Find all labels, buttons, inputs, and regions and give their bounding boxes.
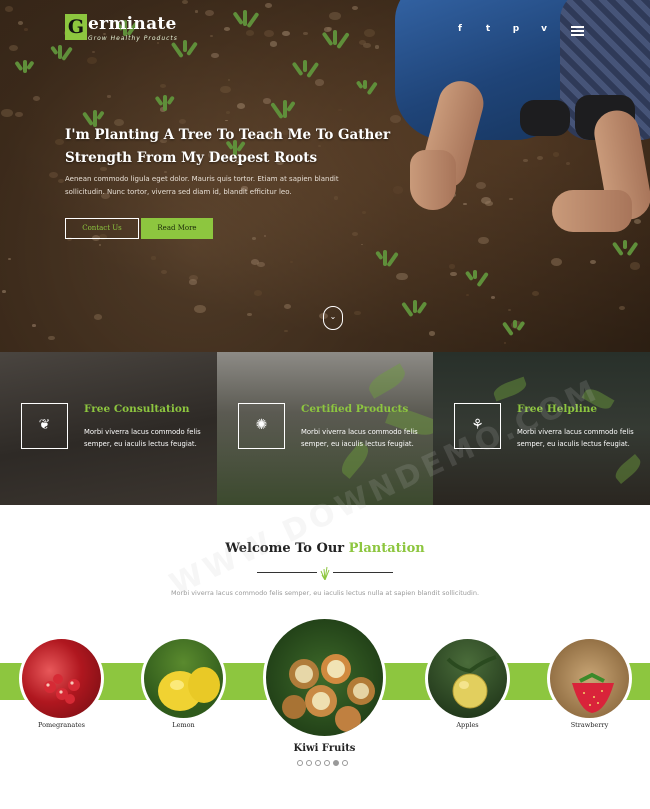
hero-title-line-1: I'm Planting A Tree To Teach Me To Gathe…: [65, 127, 391, 143]
feature-title: Certified Products: [301, 403, 409, 415]
read-more-button[interactable]: Read More: [141, 218, 213, 239]
logo-initial: G: [65, 14, 87, 40]
fruit-label: Lemon: [172, 721, 195, 729]
carousel-dot[interactable]: [297, 760, 303, 766]
fruit-image-kiwi-fruits[interactable]: [263, 616, 386, 739]
welcome-title-accent: Plantation: [348, 541, 425, 556]
welcome-title-prefix: Welcome To Our: [225, 541, 349, 556]
logo-name: erminate: [88, 14, 177, 34]
feature-free-helpline: ⚘ Free Helpline Morbi viverra lacus comm…: [433, 352, 650, 505]
feature-text: Morbi viverra lacus commodo felis semper…: [301, 428, 418, 448]
badge-icon: ✺: [238, 403, 285, 449]
features-strip: ❦ Free Consultation Morbi viverra lacus …: [0, 352, 650, 505]
sprout-icon: ⚘: [454, 403, 501, 449]
feature-text: Morbi viverra lacus commodo felis semper…: [517, 428, 634, 448]
carousel-dot[interactable]: [342, 760, 348, 766]
carousel-dot[interactable]: [315, 760, 321, 766]
fruit-label: Kiwi Fruits: [293, 743, 356, 754]
fruit-label: Apples: [456, 721, 479, 729]
scroll-down-icon[interactable]: ⌄: [323, 306, 343, 330]
fruit-image-pomegranates[interactable]: [19, 636, 104, 721]
feature-title: Free Helpline: [517, 403, 598, 415]
feature-text: Morbi viverra lacus commodo felis semper…: [84, 428, 201, 448]
title-divider: [257, 566, 393, 580]
fruit-label: Pomegranates: [37, 721, 86, 729]
farmer-boot: [520, 100, 570, 136]
feature-certified-products: ✺ Certified Products Morbi viverra lacus…: [217, 352, 433, 505]
pinterest-icon[interactable]: p: [502, 24, 530, 34]
vimeo-icon[interactable]: v: [530, 24, 558, 34]
farmer-hand-right: [552, 190, 632, 232]
feature-free-consultation: ❦ Free Consultation Morbi viverra lacus …: [0, 352, 217, 505]
hero-section: G erminate Grow Healthy Products f t p v…: [0, 0, 650, 352]
welcome-subtitle: Morbi viverra lacus commodo felis semper…: [170, 589, 480, 597]
carousel-dot[interactable]: [333, 760, 339, 766]
hero-description: Aenean commodo ligula eget dolor. Mauris…: [65, 175, 339, 196]
hero-title: I'm Planting A Tree To Teach Me To Gathe…: [65, 124, 425, 170]
feature-title: Free Consultation: [84, 403, 190, 415]
welcome-title: Welcome To Our Plantation: [0, 541, 650, 556]
plant-icon: ❦: [21, 403, 68, 449]
facebook-icon[interactable]: f: [446, 24, 474, 34]
fruit-image-apples[interactable]: [425, 636, 510, 721]
fruit-image-lemon[interactable]: [141, 636, 226, 721]
logo-tagline: Grow Healthy Products: [88, 35, 178, 42]
grass-icon: [320, 566, 330, 580]
hero-title-line-2: Strength From My Deepest Roots: [65, 150, 318, 166]
brand-logo[interactable]: G erminate Grow Healthy Products: [65, 14, 178, 42]
social-links: f t p v: [446, 24, 558, 34]
fruit-image-strawberry[interactable]: [547, 636, 632, 721]
carousel-dot[interactable]: [324, 760, 330, 766]
fruit-label: Strawberry: [570, 721, 609, 729]
contact-us-button[interactable]: Contact Us: [65, 218, 139, 239]
hamburger-menu-icon[interactable]: [571, 26, 584, 36]
carousel-pagination: [297, 760, 348, 766]
carousel-dot[interactable]: [306, 760, 312, 766]
twitter-icon[interactable]: t: [474, 24, 502, 34]
